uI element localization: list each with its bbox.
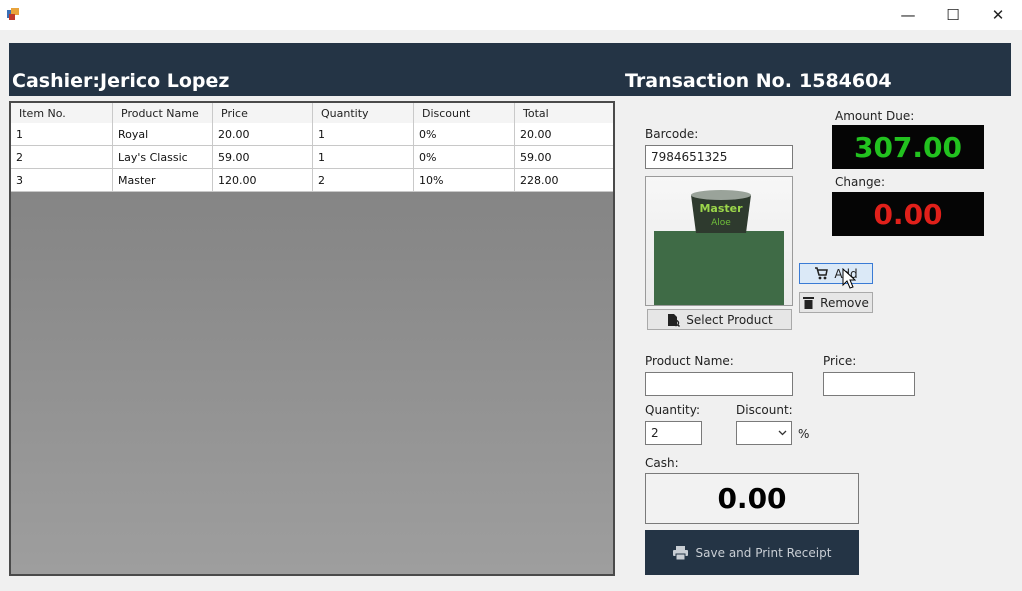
minimize-button[interactable]: —: [896, 4, 920, 26]
column-header-product-name[interactable]: Product Name: [113, 103, 213, 123]
cell-discount[interactable]: 0%: [414, 146, 515, 168]
cell-item-no[interactable]: 3: [11, 169, 113, 191]
cell-price[interactable]: 20.00: [213, 123, 313, 145]
discount-label: Discount:: [736, 403, 793, 417]
barcode-input[interactable]: 7984651325: [645, 145, 793, 169]
cashier-label: Cashier:: [12, 70, 100, 92]
remove-label: Remove: [820, 295, 869, 310]
cell-discount[interactable]: 10%: [414, 169, 515, 191]
column-header-quantity[interactable]: Quantity: [313, 103, 414, 123]
column-header-item-no[interactable]: Item No.: [11, 103, 113, 123]
app-icon: [6, 7, 20, 21]
product-sub-text: Aloe: [711, 218, 731, 228]
quantity-input[interactable]: 2: [645, 421, 702, 445]
percent-sign: %: [798, 427, 810, 441]
change-label: Change:: [835, 175, 885, 189]
cell-quantity[interactable]: 1: [313, 123, 414, 145]
cart-icon: [815, 267, 829, 280]
mouse-cursor-icon: [842, 268, 856, 289]
trash-icon: [803, 297, 815, 309]
cell-total[interactable]: 59.00: [515, 146, 613, 168]
discount-select[interactable]: [736, 421, 792, 445]
cashier-name: Jerico Lopez: [100, 70, 230, 92]
cart-grid[interactable]: Item No. Product Name Price Quantity Dis…: [9, 101, 615, 576]
select-product-label: Select Product: [686, 312, 773, 327]
table-row[interactable]: 2 Lay's Classic 59.00 1 0% 59.00: [11, 146, 613, 169]
cell-price[interactable]: 120.00: [213, 169, 313, 191]
cell-price[interactable]: 59.00: [213, 146, 313, 168]
title-bar: — ☐ ✕: [0, 0, 1022, 30]
price-input[interactable]: [823, 372, 915, 396]
printer-icon: [672, 545, 688, 560]
product-brand-text: Master: [699, 202, 743, 215]
cell-product-name[interactable]: Lay's Classic: [113, 146, 213, 168]
cash-label: Cash:: [645, 456, 679, 470]
quantity-label: Quantity:: [645, 403, 701, 417]
table-row[interactable]: 1 Royal 20.00 1 0% 20.00: [11, 123, 613, 146]
select-product-button[interactable]: Select Product: [647, 309, 792, 330]
cell-total[interactable]: 20.00: [515, 123, 613, 145]
cell-item-no[interactable]: 2: [11, 146, 113, 168]
column-header-total[interactable]: Total: [515, 103, 613, 123]
transaction-label: Transaction No.: [625, 70, 792, 92]
close-button[interactable]: ✕: [986, 4, 1010, 26]
table-row[interactable]: 3 Master 120.00 2 10% 228.00: [11, 169, 613, 192]
add-button[interactable]: Add: [799, 263, 873, 284]
column-header-price[interactable]: Price: [213, 103, 313, 123]
change-display: 0.00: [832, 192, 984, 236]
amount-due-label: Amount Due:: [835, 109, 915, 123]
chevron-down-icon: [778, 430, 787, 436]
product-photo: Master Aloe: [654, 190, 784, 305]
grid-header: Item No. Product Name Price Quantity Dis…: [11, 103, 613, 124]
remove-button[interactable]: Remove: [799, 292, 873, 313]
cell-quantity[interactable]: 2: [313, 169, 414, 191]
save-print-button[interactable]: Save and Print Receipt: [645, 530, 859, 575]
product-image: Master Aloe: [645, 176, 793, 306]
cell-product-name[interactable]: Master: [113, 169, 213, 191]
product-name-label: Product Name:: [645, 354, 734, 368]
cell-total[interactable]: 228.00: [515, 169, 613, 191]
cell-quantity[interactable]: 1: [313, 146, 414, 168]
save-print-label: Save and Print Receipt: [695, 545, 832, 560]
cell-discount[interactable]: 0%: [414, 123, 515, 145]
column-header-discount[interactable]: Discount: [414, 103, 515, 123]
cell-product-name[interactable]: Royal: [113, 123, 213, 145]
price-label: Price:: [823, 354, 857, 368]
amount-due-display: 307.00: [832, 125, 984, 169]
file-search-icon: [668, 313, 681, 327]
barcode-label: Barcode:: [645, 127, 699, 141]
cell-item-no[interactable]: 1: [11, 123, 113, 145]
transaction-number: 1584604: [799, 70, 892, 92]
maximize-button[interactable]: ☐: [941, 4, 965, 26]
cash-input[interactable]: 0.00: [645, 473, 859, 524]
product-name-input[interactable]: [645, 372, 793, 396]
